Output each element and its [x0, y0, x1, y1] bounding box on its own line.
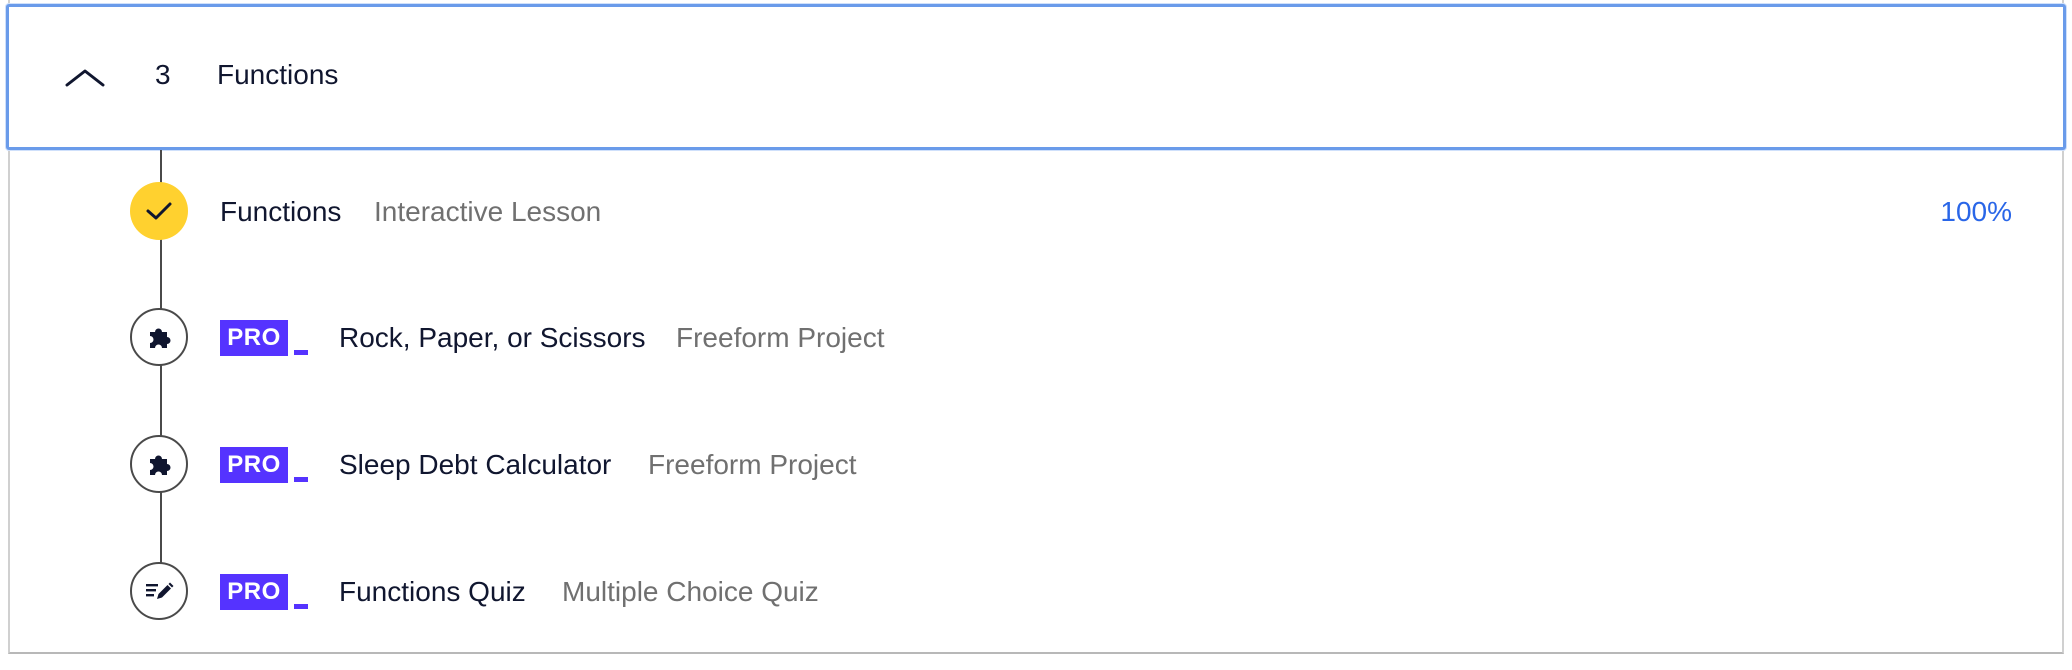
progress-percent: 100% — [1940, 196, 2012, 227]
pro-badge: PRO — [220, 447, 288, 483]
item-title[interactable]: Sleep Debt Calculator — [339, 449, 611, 481]
item-type: Interactive Lesson — [374, 196, 602, 227]
chevron-up-icon[interactable] — [63, 65, 107, 89]
list-item-rock-paper-scissors[interactable]: PRO Rock, Paper, or Scissors Freeform Pr… — [130, 308, 2012, 368]
pro-badge-underscore — [294, 350, 308, 355]
pro-badge-underscore — [294, 477, 308, 482]
item-type: Freeform Project — [676, 322, 885, 353]
puzzle-icon — [130, 308, 188, 366]
item-title[interactable]: Functions Quiz — [339, 576, 526, 608]
list-item-functions-quiz[interactable]: PRO Functions Quiz Multiple Choice Quiz — [130, 562, 2012, 622]
pro-badge-underscore — [294, 604, 308, 609]
pro-badge: PRO — [220, 574, 288, 610]
list-item-functions-lesson[interactable]: Functions Interactive Lesson 100% — [130, 182, 2012, 242]
quiz-pencil-icon — [130, 562, 188, 620]
item-type: Multiple Choice Quiz — [562, 576, 819, 607]
item-title[interactable]: Rock, Paper, or Scissors — [339, 322, 646, 354]
pro-badge: PRO — [220, 320, 288, 356]
item-title[interactable]: Functions — [220, 196, 341, 228]
list-item-sleep-debt-calculator[interactable]: PRO Sleep Debt Calculator Freeform Proje… — [130, 435, 2012, 495]
puzzle-icon — [130, 435, 188, 493]
module-title: Functions — [217, 59, 339, 90]
module-header[interactable]: 3 Functions — [6, 4, 2066, 150]
item-type: Freeform Project — [648, 449, 857, 480]
check-icon — [130, 182, 188, 240]
module-number: 3 — [155, 59, 171, 90]
